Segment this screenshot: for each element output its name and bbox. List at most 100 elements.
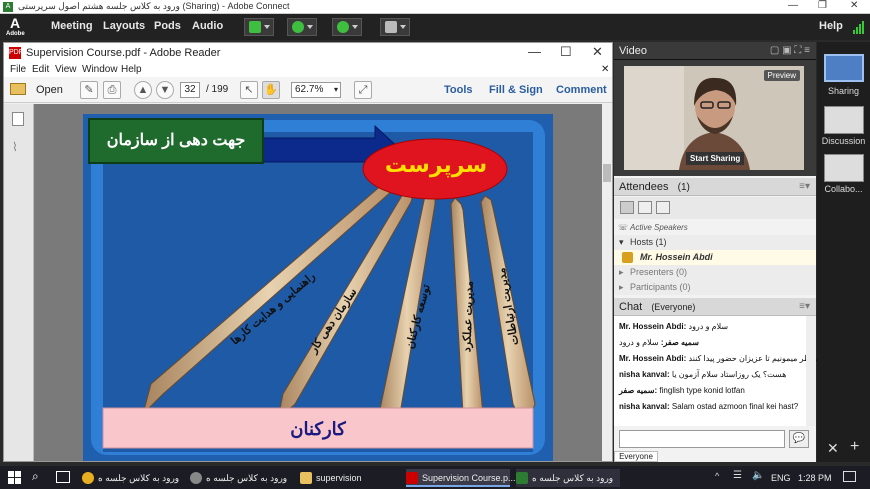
- edit-document-icon[interactable]: ✎: [80, 81, 98, 99]
- video-pod-menu-icon[interactable]: ▢ ▣ ⛶ ≡: [770, 42, 810, 60]
- reader-menubar: File Edit View Window Help ✕: [4, 63, 612, 77]
- layout-discussion-label[interactable]: Discussion: [817, 136, 870, 146]
- breakout-view-icon[interactable]: [638, 201, 652, 214]
- attendees-pod-header: Attendees (1) ≡▾: [614, 178, 816, 196]
- status-button[interactable]: [380, 18, 410, 36]
- presenters-row[interactable]: ▸ Presenters (0): [614, 265, 816, 280]
- participants-row[interactable]: ▸ Participants (0): [614, 280, 816, 295]
- chat-input[interactable]: [619, 430, 785, 448]
- windows-start-icon[interactable]: [8, 471, 21, 484]
- layout-collaboration-label[interactable]: Collabo...: [817, 184, 870, 194]
- comment-link[interactable]: Comment: [556, 84, 607, 96]
- fit-page-icon[interactable]: ⤢: [354, 81, 372, 99]
- chat-message: سمیه صفر: سلام و درود: [619, 338, 699, 347]
- chat-scrollbar[interactable]: [806, 316, 816, 426]
- reader-menu-edit[interactable]: Edit: [32, 64, 49, 75]
- layout-discussion-thumb[interactable]: [824, 106, 864, 134]
- attendees-toolbar: [614, 197, 816, 219]
- menu-layouts[interactable]: Layouts: [103, 20, 145, 32]
- reader-scrollbar[interactable]: [602, 104, 612, 461]
- network-icon[interactable]: ☰: [733, 470, 742, 481]
- page-total: / 199: [206, 84, 229, 95]
- close-icon[interactable]: ✕: [850, 0, 858, 11]
- notifications-icon[interactable]: [843, 471, 856, 482]
- reader-menu-close-icon[interactable]: ✕: [601, 64, 609, 75]
- active-speakers-row: ☏ Active Speakers: [614, 220, 816, 235]
- phone-icon: ☏: [618, 223, 629, 232]
- zoom-select[interactable]: 62.7% ▾: [291, 82, 341, 98]
- menu-help[interactable]: Help: [819, 20, 843, 32]
- add-layout-icon[interactable]: +: [850, 438, 859, 456]
- document-area[interactable]: جهت دهی از سازمان سرپرست راهنمایی و هدای…: [34, 104, 602, 461]
- reader-menu-window[interactable]: Window: [82, 64, 118, 75]
- reader-menu-help[interactable]: Help: [121, 64, 142, 75]
- reader-title: Supervision Course.pdf - Adobe Reader: [26, 47, 221, 59]
- hosts-row[interactable]: ▾ Hosts (1): [614, 235, 816, 250]
- tools-link[interactable]: Tools: [444, 84, 473, 96]
- start-sharing-button[interactable]: Start Sharing: [686, 152, 745, 165]
- speaker-button[interactable]: [244, 18, 274, 36]
- fill-sign-link[interactable]: Fill & Sign: [489, 84, 543, 96]
- select-tool-icon[interactable]: ↖: [240, 81, 258, 99]
- chat-message: nisha kanval: Salam ostad azmoon final k…: [619, 402, 799, 411]
- chat-message: nisha kanval: هست؟ یک روزاستاد سلام آزمو…: [619, 370, 787, 379]
- layouts-rail: Sharing Discussion Collabo... ✕ +: [817, 42, 870, 462]
- reader-minimize-icon[interactable]: —: [528, 44, 541, 59]
- reader-close-icon[interactable]: ✕: [592, 44, 603, 60]
- menu-audio[interactable]: Audio: [192, 20, 223, 32]
- preview-badge: Preview: [763, 70, 800, 81]
- minimize-icon[interactable]: —: [788, 0, 798, 11]
- reader-maximize-icon[interactable]: ☐: [560, 44, 572, 60]
- layout-collaboration-thumb[interactable]: [824, 154, 864, 182]
- microphone-icon: [292, 21, 304, 33]
- clock[interactable]: 1:28 PM: [798, 469, 832, 487]
- taskbar-item-reader[interactable]: Supervision Course.p...: [406, 469, 516, 487]
- search-icon[interactable]: ⌕: [32, 469, 39, 484]
- taskbar-item-folder[interactable]: supervision: [300, 469, 398, 487]
- layout-sharing-label[interactable]: Sharing: [817, 86, 870, 96]
- chat-menu-icon[interactable]: ≡▾: [799, 298, 810, 316]
- slide-footer-label: کارکنان: [290, 419, 346, 439]
- reader-window: PDF Supervision Course.pdf - Adobe Reade…: [3, 42, 613, 462]
- status-view-icon[interactable]: [656, 201, 670, 214]
- attendees-menu-icon[interactable]: ≡▾: [799, 178, 810, 196]
- send-message-icon[interactable]: 💬: [789, 430, 809, 448]
- taskbar-item-browser[interactable]: ورود به کلاس جلسه ه: [190, 469, 294, 487]
- pages-panel-icon[interactable]: [12, 112, 24, 126]
- page-down-icon[interactable]: ▼: [156, 81, 174, 99]
- folder-icon: [10, 83, 26, 95]
- expand-icon: ▸: [619, 282, 624, 292]
- menu-pods[interactable]: Pods: [154, 20, 181, 32]
- volume-icon[interactable]: 🔈: [752, 470, 764, 481]
- tools-icon[interactable]: ✕: [827, 440, 839, 457]
- page-number-input[interactable]: 32: [180, 82, 200, 98]
- task-view-icon[interactable]: [56, 471, 70, 483]
- taskbar: ⌕ ورود به کلاس جلسه ه ورود به کلاس جلسه …: [0, 466, 870, 489]
- open-button[interactable]: Open: [36, 84, 63, 96]
- menu-meeting[interactable]: Meeting: [51, 20, 93, 32]
- reader-sidebar: ⌇: [4, 104, 34, 461]
- language-indicator[interactable]: ENG: [771, 469, 791, 487]
- pdf-icon: PDF: [9, 47, 23, 59]
- attachment-icon[interactable]: ⌇: [12, 140, 24, 154]
- host-attendee-row[interactable]: Mr. Hossein Abdi: [614, 250, 816, 265]
- webcam-icon: [337, 21, 349, 33]
- reader-menu-view[interactable]: View: [55, 64, 77, 75]
- maximize-icon[interactable]: ❐: [818, 0, 827, 11]
- host-avatar-icon: [622, 252, 633, 263]
- layout-sharing-thumb[interactable]: [824, 54, 864, 82]
- reader-menu-file[interactable]: File: [10, 64, 26, 75]
- tray-chevron-icon[interactable]: ^: [715, 471, 719, 481]
- list-view-icon[interactable]: [620, 201, 634, 214]
- webcam-button[interactable]: [332, 18, 362, 36]
- taskbar-item-connect[interactable]: ورود به کلاس جلسه ه: [516, 469, 620, 487]
- taskbar-item-chrome[interactable]: ورود به کلاس جلسه ه: [82, 469, 182, 487]
- connection-signal-icon: [853, 20, 865, 34]
- hand-tool-icon[interactable]: ✋: [262, 81, 280, 99]
- chat-tab-everyone[interactable]: Everyone: [614, 451, 658, 462]
- page-up-icon[interactable]: ▲: [134, 81, 152, 99]
- microphone-button[interactable]: [287, 18, 317, 36]
- webcam-video: Preview Start Sharing: [624, 66, 804, 170]
- chat-message: Mr. Hossein Abdi: سلام و درود: [619, 322, 729, 331]
- print-icon[interactable]: ⎙: [103, 81, 121, 99]
